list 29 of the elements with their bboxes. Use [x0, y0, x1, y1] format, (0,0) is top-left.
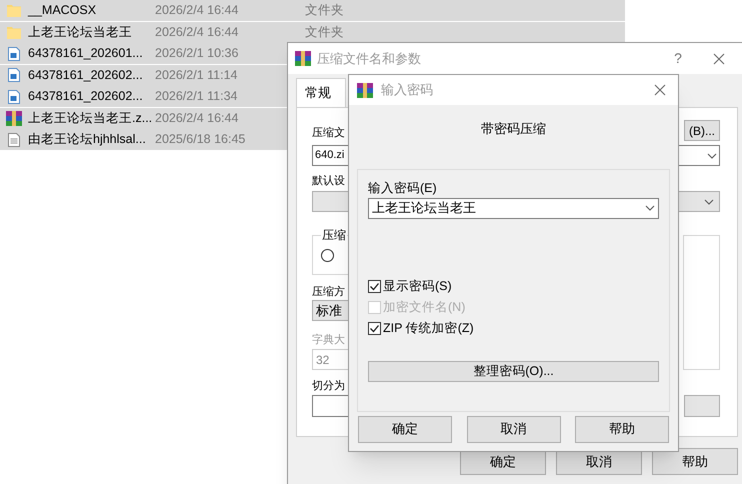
dialog-heading: 带密码压缩: [480, 120, 547, 138]
window-title: 输入密码: [381, 81, 434, 100]
field-label: 字典大: [312, 332, 345, 348]
file-name: 上老王论坛当老王.z...: [28, 110, 154, 127]
field-label: 压缩文: [312, 126, 345, 140]
field-label: 输入密码(E): [368, 180, 437, 196]
file-type: 文件夹: [305, 2, 344, 20]
file-date: 2026/2/4 16:44: [155, 2, 240, 20]
file-date: 2026/2/4 16:44: [155, 24, 240, 41]
file-date: 2026/2/1 10:36: [155, 45, 240, 62]
checkbox-label: 显示密码(S): [383, 278, 452, 296]
field-label: 压缩方: [312, 284, 345, 300]
file-type: 文件夹: [305, 24, 344, 41]
file-date: 2025/6/18 16:45: [155, 131, 246, 148]
window-title: 压缩文件名和参数: [317, 50, 422, 68]
checkbox-label: 加密文件名(N): [383, 299, 466, 316]
file-name: 64378161_202602...: [28, 88, 144, 106]
file-date: 2026/2/4 16:44: [155, 110, 240, 127]
field-label: 切分为: [312, 379, 345, 394]
file-name: 由老王论坛hjhhlsal...: [28, 131, 147, 148]
field-label: 默认设: [312, 174, 345, 189]
checkbox-label: ZIP 传统加密(Z): [383, 320, 474, 338]
file-date: 2026/2/1 11:14: [155, 66, 238, 84]
file-name: 上老王论坛当老王: [28, 24, 133, 41]
file-name: __MACOSX: [28, 2, 98, 20]
group-label: 压缩: [321, 227, 347, 243]
file-name: 64378161_202601...: [28, 45, 144, 62]
file-date: 2026/2/1 11:34: [155, 88, 238, 106]
file-name: 64378161_202602...: [28, 66, 144, 84]
